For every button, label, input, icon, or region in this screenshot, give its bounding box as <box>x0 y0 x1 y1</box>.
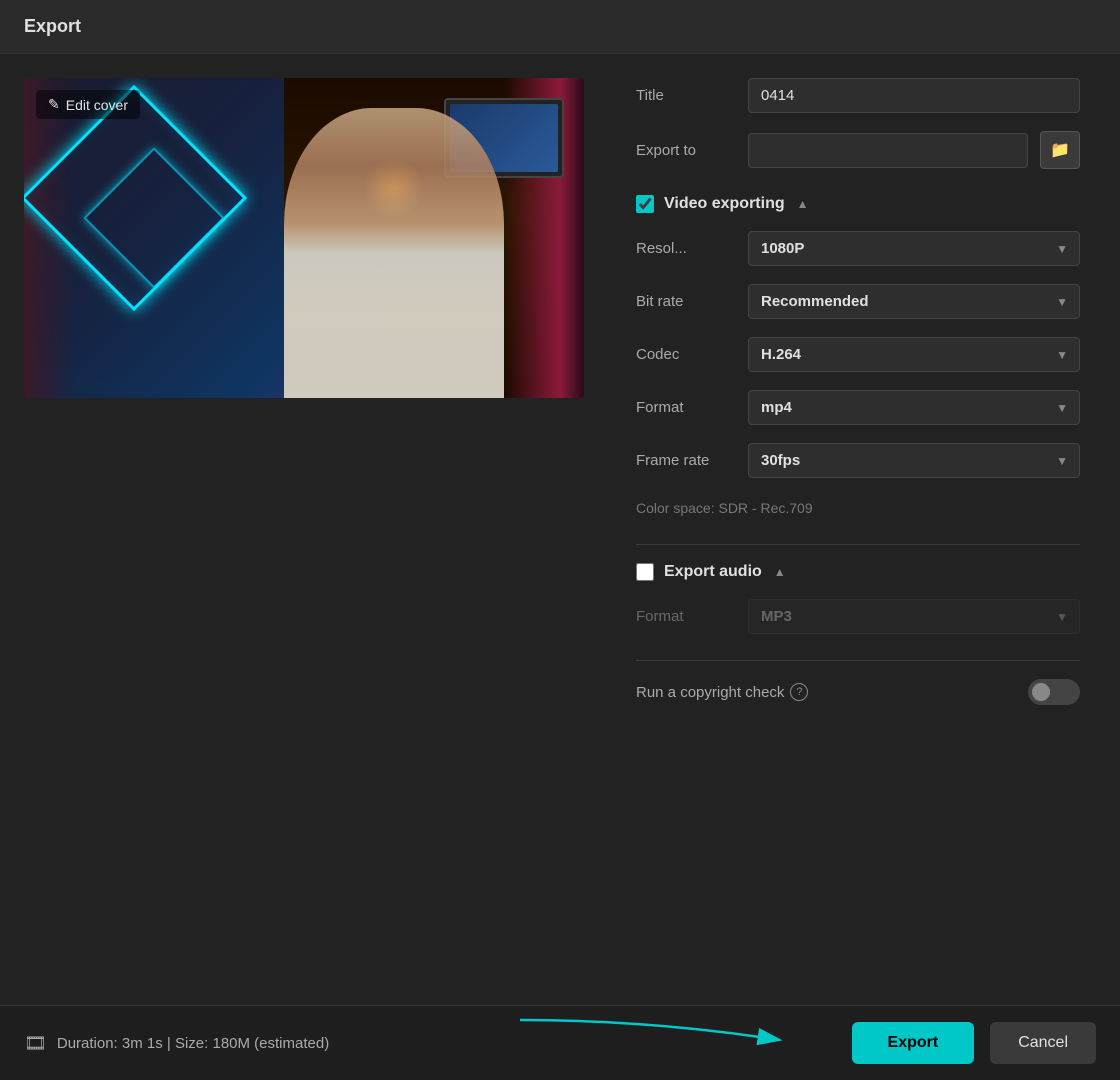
resolution-select[interactable]: 720P 1080P 2K 4K <box>748 231 1080 266</box>
pencil-icon: ✎ <box>48 96 60 113</box>
framerate-label: Frame rate <box>636 452 736 469</box>
film-icon: 🎞 <box>24 1033 47 1054</box>
resolution-row: Resol... 720P 1080P 2K 4K ▼ <box>636 231 1080 266</box>
dialog-footer: 🎞 Duration: 3m 1s | Size: 180M (estimate… <box>0 1005 1120 1080</box>
export-button[interactable]: Export <box>852 1022 975 1064</box>
codec-row: Codec H.264 H.265 ▼ <box>636 337 1080 372</box>
audio-section-header: Export audio ▲ <box>636 563 1080 581</box>
folder-browse-button[interactable]: 📁 <box>1040 131 1080 169</box>
video-section-title: Video exporting <box>664 195 785 213</box>
resolution-label: Resol... <box>636 240 736 257</box>
folder-icon: 📁 <box>1050 140 1070 160</box>
copyright-info-icon[interactable]: ? <box>790 683 808 701</box>
copyright-label-group: Run a copyright check ? <box>636 683 1028 701</box>
format-label: Format <box>636 399 736 416</box>
copyright-toggle[interactable] <box>1028 679 1080 705</box>
framerate-select-wrapper: 24fps 25fps 30fps 60fps ▼ <box>748 443 1080 478</box>
duration-info: 🎞 Duration: 3m 1s | Size: 180M (estimate… <box>24 1033 329 1054</box>
audio-section-arrow: ▲ <box>774 565 786 579</box>
export-to-row: Export to 📁 <box>636 131 1080 169</box>
export-to-input[interactable] <box>748 133 1028 168</box>
cancel-button[interactable]: Cancel <box>990 1022 1096 1064</box>
edit-cover-button[interactable]: ✎ Edit cover <box>36 90 140 119</box>
copyright-text: Run a copyright check <box>636 684 784 701</box>
audio-format-row: Format MP3 AAC WAV ▼ <box>636 599 1080 634</box>
audio-format-select[interactable]: MP3 AAC WAV <box>748 599 1080 634</box>
export-to-label: Export to <box>636 142 736 159</box>
left-panel: ✎ Edit cover <box>24 78 604 981</box>
section-divider <box>636 544 1080 545</box>
format-select-wrapper: mp4 mov avi mkv ▼ <box>748 390 1080 425</box>
video-thumbnail[interactable]: ✎ Edit cover <box>24 78 584 398</box>
framerate-select[interactable]: 24fps 25fps 30fps 60fps <box>748 443 1080 478</box>
export-dialog: Export <box>0 0 1120 1080</box>
edit-cover-label: Edit cover <box>66 97 128 113</box>
title-label: Title <box>636 87 736 104</box>
format-select[interactable]: mp4 mov avi mkv <box>748 390 1080 425</box>
toggle-knob <box>1032 683 1050 701</box>
video-exporting-checkbox[interactable] <box>636 195 654 213</box>
resolution-select-wrapper: 720P 1080P 2K 4K ▼ <box>748 231 1080 266</box>
audio-divider <box>636 660 1080 661</box>
audio-section-title: Export audio <box>664 563 762 581</box>
copyright-row: Run a copyright check ? <box>636 679 1080 705</box>
audio-format-select-wrapper: MP3 AAC WAV ▼ <box>748 599 1080 634</box>
dialog-body: ✎ Edit cover Title Export to 📁 <box>0 54 1120 1005</box>
right-panel: Title Export to 📁 Video exporting ▲ Reso… <box>636 78 1096 981</box>
duration-text: Duration: 3m 1s | Size: 180M (estimated) <box>57 1035 329 1052</box>
codec-select[interactable]: H.264 H.265 <box>748 337 1080 372</box>
bitrate-row: Bit rate Low Medium Recommended High ▼ <box>636 284 1080 319</box>
thumbnail-bg <box>24 78 584 398</box>
export-audio-checkbox[interactable] <box>636 563 654 581</box>
footer-actions: Export Cancel <box>852 1022 1096 1064</box>
codec-label: Codec <box>636 346 736 363</box>
codec-select-wrapper: H.264 H.265 ▼ <box>748 337 1080 372</box>
framerate-row: Frame rate 24fps 25fps 30fps 60fps ▼ <box>636 443 1080 478</box>
bitrate-select[interactable]: Low Medium Recommended High <box>748 284 1080 319</box>
color-space-text: Color space: SDR - Rec.709 <box>636 500 1080 516</box>
bitrate-select-wrapper: Low Medium Recommended High ▼ <box>748 284 1080 319</box>
video-section-header: Video exporting ▲ <box>636 195 1080 213</box>
dialog-titlebar: Export <box>0 0 1120 54</box>
person-silhouette <box>284 108 504 398</box>
audio-format-label: Format <box>636 608 736 625</box>
format-row: Format mp4 mov avi mkv ▼ <box>636 390 1080 425</box>
dialog-title: Export <box>24 16 81 36</box>
title-input[interactable] <box>748 78 1080 113</box>
bitrate-label: Bit rate <box>636 293 736 310</box>
title-row: Title <box>636 78 1080 113</box>
video-section-arrow: ▲ <box>797 197 809 211</box>
